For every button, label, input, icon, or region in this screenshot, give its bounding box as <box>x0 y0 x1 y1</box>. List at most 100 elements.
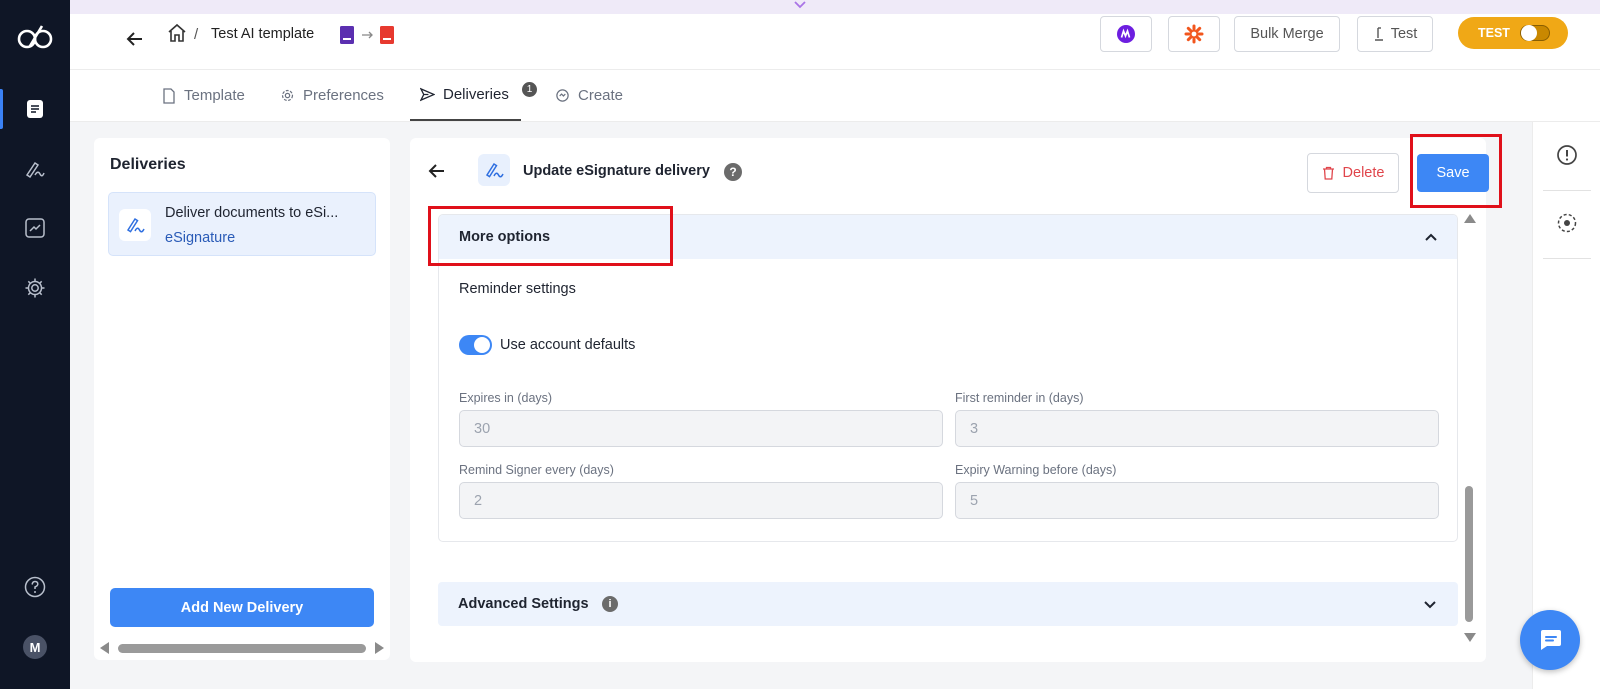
trash-icon <box>1322 166 1334 180</box>
top-strip <box>0 0 1600 14</box>
nav-help[interactable] <box>0 565 70 609</box>
advanced-settings-header[interactable]: Advanced Settings i <box>438 582 1458 626</box>
back-button[interactable] <box>122 26 148 52</box>
delivery-list-item[interactable]: Deliver documents to eSi... eSignature <box>108 192 376 256</box>
expires-in-field[interactable] <box>459 410 943 447</box>
left-nav: M <box>0 0 70 689</box>
advanced-settings-label: Advanced Settings <box>458 596 589 612</box>
horizontal-scrollbar[interactable] <box>98 641 386 655</box>
scroll-down-arrow[interactable] <box>1464 633 1476 642</box>
breadcrumb-separator: / <box>194 26 199 43</box>
right-rail <box>1532 122 1600 689</box>
chat-button[interactable] <box>1520 610 1580 670</box>
tab-template-label: Template <box>184 87 245 104</box>
app-logo-icon[interactable] <box>16 20 54 52</box>
reminder-settings-label: Reminder settings <box>459 281 576 297</box>
zapier-integration-button[interactable] <box>1168 16 1220 52</box>
expires-in-label: Expires in (days) <box>459 391 553 405</box>
user-avatar[interactable]: M <box>23 635 47 659</box>
zapier-icon <box>1184 24 1204 44</box>
deliveries-panel: Deliveries Deliver documents to eSi... e… <box>94 138 390 660</box>
expiry-warning-label: Expiry Warning before (days) <box>955 463 1117 477</box>
make-icon <box>1117 25 1135 43</box>
analytics-icon <box>25 218 45 238</box>
tab-bar: Template Preferences Deliveries 1 Create <box>70 70 1600 122</box>
bulk-merge-button[interactable]: Bulk Merge <box>1234 16 1340 52</box>
tab-preferences-label: Preferences <box>303 87 384 104</box>
document-icon <box>27 100 43 118</box>
delete-button[interactable]: Delete <box>1307 153 1399 193</box>
use-defaults-toggle[interactable] <box>459 335 492 355</box>
tab-create[interactable]: Create <box>555 70 623 121</box>
remind-signer-field[interactable] <box>459 482 943 519</box>
info-icon[interactable]: i <box>602 596 618 612</box>
deliveries-title: Deliveries <box>110 156 186 173</box>
make-integration-button[interactable] <box>1100 16 1152 52</box>
test-label: Test <box>1390 26 1418 42</box>
delivery-item-icon-wrap <box>119 209 151 241</box>
esignature-icon-wrap <box>478 154 510 186</box>
rail-divider <box>1543 258 1591 259</box>
deliveries-count-badge: 1 <box>522 82 537 97</box>
add-new-delivery-button[interactable]: Add New Delivery <box>110 588 374 627</box>
remind-signer-label: Remind Signer every (days) <box>459 463 614 477</box>
tab-create-label: Create <box>578 87 624 104</box>
arrow-left-icon <box>126 32 142 46</box>
signature-icon <box>126 217 145 233</box>
target-button[interactable] <box>1533 190 1600 256</box>
nav-analytics[interactable] <box>0 206 70 250</box>
scroll-thumb[interactable] <box>1465 486 1473 622</box>
editor-title: Update eSignature delivery <box>523 163 710 179</box>
test-tube-icon <box>1374 27 1383 41</box>
delivery-item-name: Deliver documents to eSi... <box>165 205 339 221</box>
first-reminder-field[interactable] <box>955 410 1439 447</box>
editor-back-button[interactable] <box>424 158 450 184</box>
bulk-merge-label: Bulk Merge <box>1250 26 1324 42</box>
nav-settings[interactable] <box>0 266 70 310</box>
delete-label: Delete <box>1342 165 1385 181</box>
scroll-thumb[interactable] <box>118 644 366 653</box>
vertical-scrollbar[interactable] <box>1462 214 1476 642</box>
home-icon[interactable] <box>166 22 188 44</box>
chevron-down-icon <box>1424 601 1436 609</box>
test-mode-knob <box>1521 25 1537 41</box>
tab-preferences[interactable]: Preferences <box>280 70 384 121</box>
save-highlight-box <box>1410 134 1502 208</box>
help-icon <box>24 576 46 598</box>
nav-signatures[interactable] <box>0 147 70 191</box>
scroll-up-arrow[interactable] <box>1464 214 1476 223</box>
gear-icon <box>25 278 45 298</box>
header: / Test AI template Bulk Merge Test TEST <box>70 14 1600 70</box>
arrow-left-icon <box>428 164 444 178</box>
delivery-item-type: eSignature <box>165 230 236 246</box>
tab-deliveries[interactable]: Deliveries <box>410 70 521 121</box>
template-title[interactable]: Test AI template <box>211 26 314 42</box>
target-icon <box>1557 213 1577 233</box>
send-icon <box>420 87 435 102</box>
use-defaults-knob <box>474 337 490 353</box>
chevron-down-icon[interactable] <box>793 0 807 12</box>
nav-templates[interactable] <box>0 87 70 131</box>
scroll-right-arrow[interactable] <box>375 642 384 654</box>
test-button[interactable]: Test <box>1357 16 1433 52</box>
html-to-pdf-icon <box>340 26 394 44</box>
expiry-warning-field[interactable] <box>955 482 1439 519</box>
signature-icon <box>25 161 45 179</box>
tab-deliveries-label: Deliveries <box>443 86 509 103</box>
test-mode-toggle[interactable]: TEST <box>1458 17 1568 49</box>
delivery-editor: Update eSignature delivery ? Delete Save… <box>410 134 1502 662</box>
refresh-icon <box>556 89 569 102</box>
gear-icon <box>281 89 294 102</box>
first-reminder-label: First reminder in (days) <box>955 391 1084 405</box>
signature-icon <box>485 162 504 178</box>
tab-template[interactable]: Template <box>162 70 245 121</box>
file-icon <box>163 87 175 104</box>
scroll-left-arrow[interactable] <box>100 642 109 654</box>
more-options-highlight-box <box>428 206 673 266</box>
alerts-button[interactable] <box>1533 122 1600 188</box>
use-defaults-label: Use account defaults <box>500 337 636 353</box>
help-icon[interactable]: ? <box>724 163 742 181</box>
chevron-up-icon <box>1425 233 1437 241</box>
chat-icon <box>1541 630 1561 650</box>
test-mode-label: TEST <box>1478 26 1510 40</box>
